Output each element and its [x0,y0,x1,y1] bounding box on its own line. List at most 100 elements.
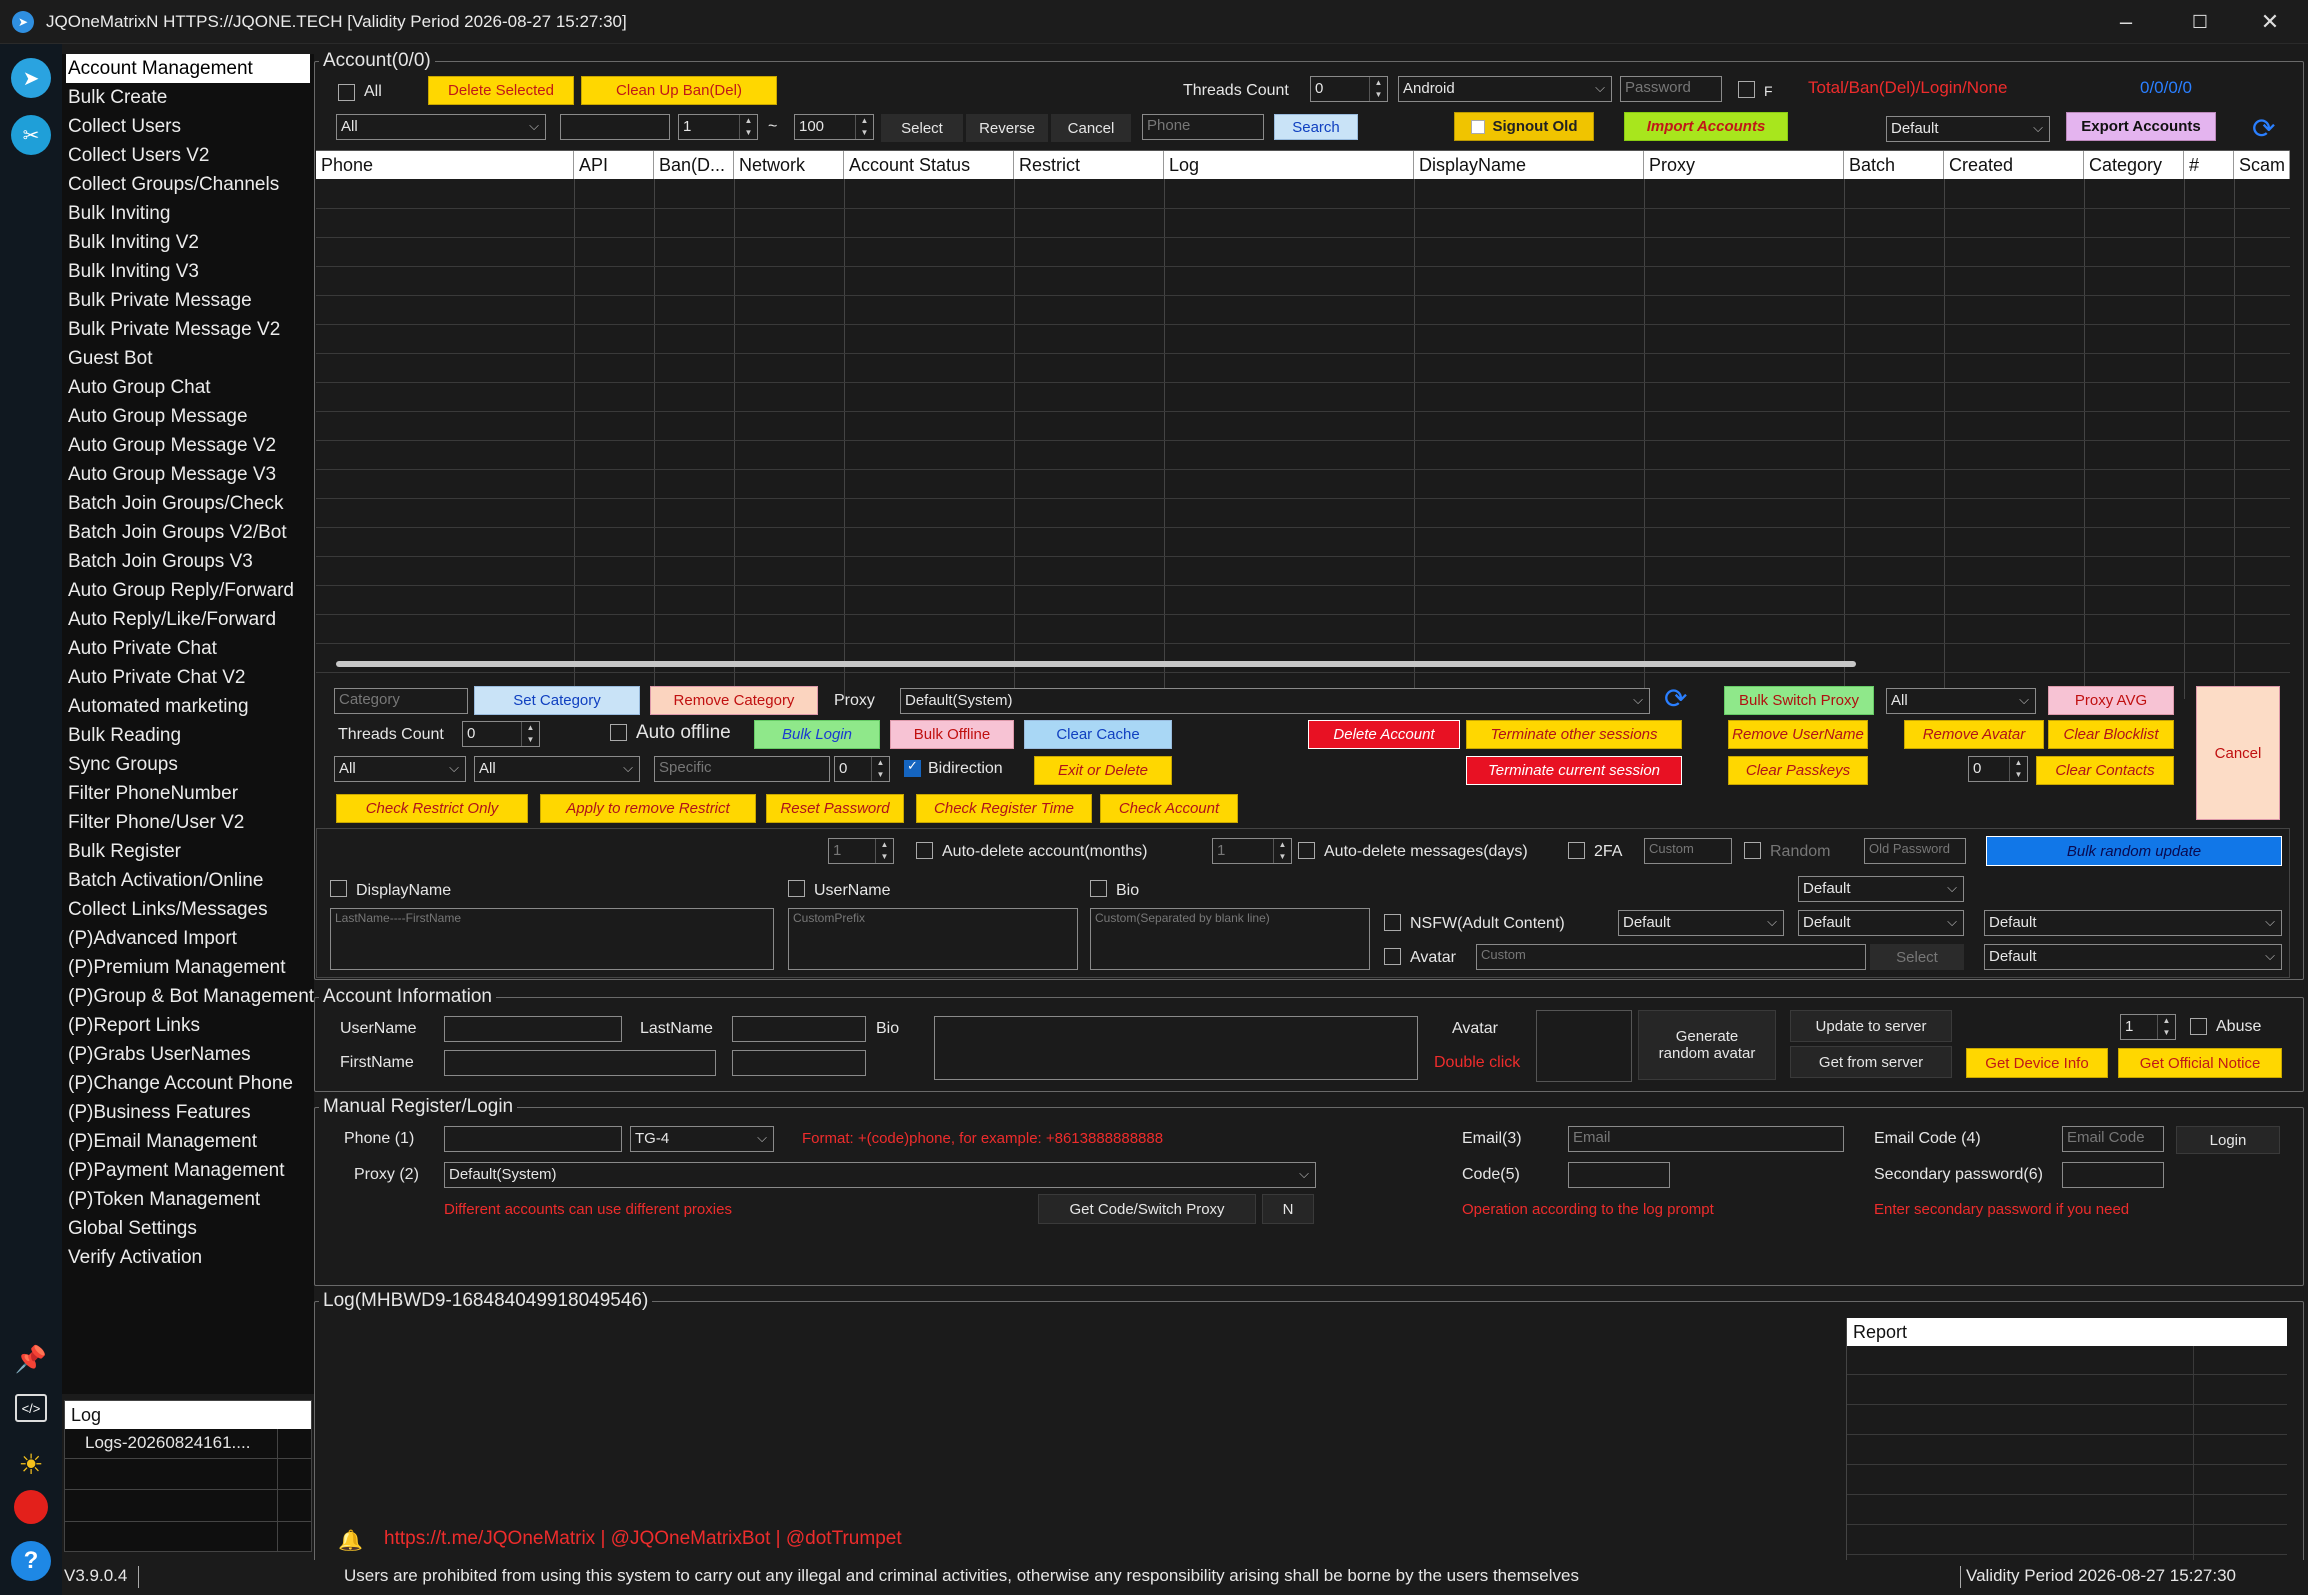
info-bio-textarea[interactable] [934,1016,1418,1080]
bulk-switch-proxy-button[interactable]: Bulk Switch Proxy [1724,686,1874,715]
delete-selected-button[interactable]: Delete Selected [428,76,574,105]
bulk-offline-button[interactable]: Bulk Offline [890,720,1014,749]
column-header[interactable]: Proxy [1644,151,1844,179]
refresh-icon[interactable]: ⟳ [2252,112,2275,145]
nav-item[interactable]: Auto Group Message V3 [68,460,276,489]
contacts-count-stepper[interactable]: 0 ▲ ▼ [1968,756,2028,782]
nav-item[interactable]: (P)Change Account Phone [68,1069,293,1098]
nav-item[interactable]: Auto Group Message V2 [68,431,276,460]
nsfw-checkbox[interactable] [1384,914,1401,931]
telegram-icon[interactable]: ➤ [11,58,51,98]
username-mode-select[interactable]: Default ⌵ [1798,876,1964,902]
stepper-arrows-icon[interactable]: ▲ ▼ [521,722,539,746]
close-button[interactable]: ✕ [2250,8,2290,36]
column-header[interactable]: Log [1164,151,1414,179]
manual-code-input[interactable] [1568,1162,1670,1188]
code-icon[interactable]: </> [15,1394,47,1422]
proxy-scope-select[interactable]: All ⌵ [1886,688,2036,714]
range-from-stepper[interactable]: 1 ▲ ▼ [678,114,758,140]
username-textarea[interactable]: CustomPrefix [788,908,1078,970]
remove-category-button[interactable]: Remove Category [650,686,818,715]
nav-item[interactable]: Auto Group Chat [68,373,211,402]
log-file-item[interactable]: Logs-20260824161.... [85,1433,250,1453]
nav-item[interactable]: (P)Group & Bot Management [68,982,314,1011]
info-lastname-input[interactable] [732,1016,866,1042]
nav-item[interactable]: Bulk Register [68,837,181,866]
range-to-stepper[interactable]: 100 ▲ ▼ [794,114,874,140]
nav-item[interactable]: Collect Links/Messages [68,895,268,924]
column-header[interactable]: Batch [1844,151,1944,179]
manual-login-button[interactable]: Login [2176,1126,2280,1154]
contact-links[interactable]: https://t.me/JQOneMatrix | @JQOneMatrixB… [384,1528,902,1550]
nav-item[interactable]: Global Settings [68,1214,197,1243]
reverse-button[interactable]: Reverse [966,114,1048,142]
maximize-button[interactable]: ☐ [2180,8,2220,36]
nav-item[interactable]: Bulk Private Message V2 [68,315,280,344]
tools-icon[interactable]: ✂ [11,115,51,155]
nav-item[interactable]: Auto Private Chat V2 [68,663,245,692]
select-button[interactable]: Select [881,114,963,142]
option2-select[interactable]: Default ⌵ [1798,910,1964,936]
cancel-select-button[interactable]: Cancel [1051,114,1131,142]
nav-item[interactable]: Automated marketing [68,692,249,721]
theme-sun-icon[interactable]: ☀ [11,1444,51,1484]
column-header[interactable]: # [2184,151,2234,179]
nav-item[interactable]: Bulk Reading [68,721,181,750]
column-header[interactable]: Scam [2234,151,2290,179]
remove-username-button[interactable]: Remove UserName [1728,720,1868,749]
cancel-operation-button[interactable]: Cancel [2196,686,2280,820]
ops-filter1-select[interactable]: All ⌵ [334,756,466,782]
manual-email-code-input[interactable]: Email Code [2062,1126,2164,1152]
nav-item[interactable]: Bulk Inviting V3 [68,257,199,286]
random-password-checkbox[interactable] [1744,842,1761,859]
manual-proxy-select[interactable]: Default(System) ⌵ [444,1162,1316,1188]
column-header[interactable]: Category [2084,151,2184,179]
nav-item[interactable]: Bulk Private Message [68,286,252,315]
option3-select[interactable]: Default ⌵ [1984,910,2282,936]
nav-item[interactable]: (P)Email Management [68,1127,257,1156]
info-firstname-input[interactable] [444,1050,716,1076]
twofa-checkbox[interactable] [1568,842,1585,859]
nav-item[interactable]: Batch Join Groups/Check [68,489,283,518]
check-register-time-button[interactable]: Check Register Time [916,794,1092,823]
info-count-stepper[interactable]: 1 ▲ ▼ [2120,1014,2176,1040]
clear-contacts-button[interactable]: Clear Contacts [2036,756,2174,785]
nsfw-select[interactable]: Default ⌵ [1618,910,1784,936]
avatar-checkbox[interactable] [1384,948,1401,965]
phone-search-input[interactable]: Phone [1142,114,1264,140]
column-header[interactable]: Phone [316,151,574,179]
nav-item[interactable]: (P)Report Links [68,1011,200,1040]
secondary-password-input[interactable] [2062,1162,2164,1188]
nav-item[interactable]: Batch Join Groups V3 [68,547,253,576]
displayname-checkbox[interactable] [330,880,347,897]
avatar-select-button[interactable]: Select [1870,944,1964,970]
manual-api-select[interactable]: TG-4 ⌵ [630,1126,774,1152]
info-username-input[interactable] [444,1016,622,1042]
abuse-checkbox[interactable] [2190,1018,2207,1035]
stepper-arrows-icon[interactable]: ▲ ▼ [1369,77,1387,101]
check-account-button[interactable]: Check Account [1100,794,1238,823]
auto-delete-messages-checkbox[interactable] [1298,842,1315,859]
nav-item[interactable]: Auto Group Message [68,402,248,431]
export-accounts-button[interactable]: Export Accounts [2066,112,2216,141]
f-checkbox[interactable] [1738,81,1755,98]
nav-item[interactable]: Bulk Inviting [68,199,170,228]
column-header[interactable]: Ban(D... [654,151,734,179]
search-button[interactable]: Search [1274,114,1358,140]
manual-email-input[interactable]: Email [1568,1126,1844,1152]
nav-item[interactable]: Bulk Create [68,83,167,112]
nav-item[interactable]: (P)Token Management [68,1185,260,1214]
clear-passkeys-button[interactable]: Clear Passkeys [1728,756,1868,785]
get-from-server-button[interactable]: Get from server [1790,1046,1952,1078]
column-header[interactable]: API [574,151,654,179]
help-icon[interactable]: ? [11,1541,51,1581]
bio-checkbox[interactable] [1090,880,1107,897]
remove-avatar-button[interactable]: Remove Avatar [1904,720,2044,749]
nav-item[interactable]: Guest Bot [68,344,153,373]
apply-remove-restrict-button[interactable]: Apply to remove Restrict [540,794,756,823]
nav-item[interactable]: Verify Activation [68,1243,202,1272]
column-header[interactable]: Network [734,151,844,179]
bulk-random-update-button[interactable]: Bulk random update [1986,836,2282,866]
stepper-arrows-icon[interactable]: ▲ ▼ [2157,1015,2175,1039]
column-header[interactable]: Restrict [1014,151,1164,179]
